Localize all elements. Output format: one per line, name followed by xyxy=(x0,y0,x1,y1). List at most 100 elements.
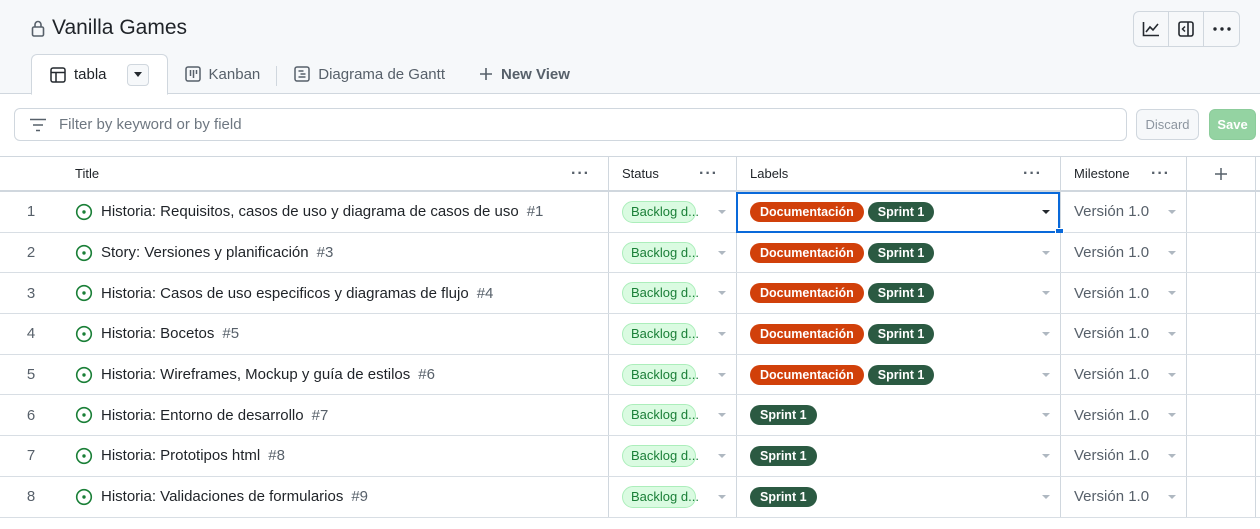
table-row[interactable]: 1 Historia: Requisitos, casos de uso y d… xyxy=(0,192,1260,237)
column-header-status[interactable]: Status ··· xyxy=(608,157,736,190)
chevron-down-icon[interactable] xyxy=(1042,413,1050,418)
table-row[interactable]: 8 Historia: Validaciones de formularios … xyxy=(0,476,1260,518)
chevron-down-icon[interactable] xyxy=(1042,372,1050,377)
chevron-down-icon[interactable] xyxy=(718,209,726,214)
column-menu-icon[interactable]: ··· xyxy=(571,165,590,183)
table-row[interactable]: 5 Historia: Wireframes, Mockup y guía de… xyxy=(0,354,1260,396)
save-button[interactable]: Save xyxy=(1209,109,1256,140)
tab-tabla[interactable]: tabla xyxy=(31,54,168,95)
issue-title-link[interactable]: Historia: Bocetos xyxy=(101,325,214,342)
milestone-cell[interactable]: Versión 1.0 xyxy=(1060,314,1186,354)
label-badge: Sprint 1 xyxy=(750,486,817,507)
title-cell[interactable]: Historia: Requisitos, casos de uso y dia… xyxy=(62,192,608,232)
chevron-down-icon[interactable] xyxy=(1168,250,1176,255)
status-cell[interactable]: Backlog d... xyxy=(608,395,736,436)
issue-number: #8 xyxy=(268,447,285,465)
table-row[interactable]: 4 Historia: Bocetos #5 Backlog d... Docu… xyxy=(0,314,1260,355)
chevron-down-icon[interactable] xyxy=(1042,494,1050,499)
sidebar-toggle-button[interactable] xyxy=(1169,12,1204,46)
title-cell[interactable]: Story: Versiones y planificación #3 xyxy=(62,233,608,273)
tab-gantt[interactable]: Diagrama de Gantt xyxy=(277,54,462,94)
title-cell[interactable]: Historia: Casos de uso especificos y dia… xyxy=(62,273,608,313)
chevron-down-icon[interactable] xyxy=(1168,413,1176,418)
column-header-title[interactable]: Title ··· xyxy=(62,157,608,190)
chevron-down-icon[interactable] xyxy=(1042,453,1050,458)
labels-cell[interactable]: Sprint 1 xyxy=(736,476,1060,517)
chevron-down-icon[interactable] xyxy=(718,250,726,255)
labels-cell[interactable]: Documentación Sprint 1 xyxy=(736,354,1060,395)
column-header-milestone[interactable]: Milestone ··· xyxy=(1060,157,1186,190)
issue-title-link[interactable]: Historia: Entorno de desarrollo xyxy=(101,407,304,424)
column-menu-icon[interactable]: ··· xyxy=(1151,165,1170,183)
labels-cell[interactable]: Sprint 1 xyxy=(736,395,1060,436)
labels-cell[interactable]: Documentación Sprint 1 xyxy=(736,273,1060,314)
chevron-down-icon[interactable] xyxy=(1168,291,1176,296)
status-cell[interactable]: Backlog d... xyxy=(608,354,736,395)
issue-title-link[interactable]: Story: Versiones y planificación xyxy=(101,244,309,261)
table-row[interactable]: 3 Historia: Casos de uso especificos y d… xyxy=(0,273,1260,315)
chevron-down-icon[interactable] xyxy=(718,291,726,296)
chevron-down-icon[interactable] xyxy=(718,372,726,377)
title-cell[interactable]: Historia: Prototipos html #8 xyxy=(62,436,608,476)
labels-cell[interactable]: Documentación Sprint 1 xyxy=(736,314,1060,354)
milestone-cell[interactable]: Versión 1.0 xyxy=(1060,395,1186,436)
status-cell[interactable]: Backlog d... xyxy=(608,314,736,354)
table-row[interactable]: 2 Story: Versiones y planificación #3 Ba… xyxy=(0,232,1260,274)
chevron-down-icon[interactable] xyxy=(1042,209,1050,214)
milestone-cell[interactable]: Versión 1.0 xyxy=(1060,273,1186,314)
status-cell[interactable]: Backlog d... xyxy=(608,192,736,232)
label-badge: Sprint 1 xyxy=(867,364,935,385)
issue-title-link[interactable]: Historia: Casos de uso especificos y dia… xyxy=(101,285,469,302)
view-options-dropdown[interactable] xyxy=(126,63,149,86)
title-cell[interactable]: Historia: Validaciones de formularios #9 xyxy=(62,477,608,517)
issue-title-link[interactable]: Historia: Requisitos, casos de uso y dia… xyxy=(101,203,519,220)
discard-button[interactable]: Discard xyxy=(1136,109,1199,140)
filter-box[interactable] xyxy=(14,108,1127,141)
tab-kanban[interactable]: Kanban xyxy=(168,54,278,94)
chevron-down-icon[interactable] xyxy=(1168,494,1176,499)
column-title: Labels xyxy=(750,166,789,181)
milestone-cell[interactable]: Versión 1.0 xyxy=(1060,192,1186,232)
issue-title-link[interactable]: Historia: Validaciones de formularios xyxy=(101,488,343,505)
labels-cell[interactable]: Sprint 1 xyxy=(736,436,1060,476)
chevron-down-icon[interactable] xyxy=(718,453,726,458)
title-cell[interactable]: Historia: Entorno de desarrollo #7 xyxy=(62,395,608,435)
chevron-down-icon[interactable] xyxy=(1042,331,1050,336)
chevron-down-icon[interactable] xyxy=(1168,331,1176,336)
table-header: Title ··· Status ··· Labels ··· Mileston… xyxy=(0,156,1260,192)
labels-cell[interactable]: Documentación Sprint 1 xyxy=(736,192,1060,232)
chevron-down-icon[interactable] xyxy=(718,331,726,336)
column-menu-icon[interactable]: ··· xyxy=(699,165,718,183)
labels-cell[interactable]: Documentación Sprint 1 xyxy=(736,232,1060,273)
insights-button[interactable] xyxy=(1134,12,1169,46)
sidebar-icon xyxy=(1178,21,1194,37)
label-badge: Documentación xyxy=(750,242,864,263)
table-row[interactable]: 6 Historia: Entorno de desarrollo #7 Bac… xyxy=(0,395,1260,437)
status-cell[interactable]: Backlog d... xyxy=(608,436,736,476)
milestone-cell[interactable]: Versión 1.0 xyxy=(1060,436,1186,476)
milestone-cell[interactable]: Versión 1.0 xyxy=(1060,232,1186,273)
issue-title-link[interactable]: Historia: Prototipos html xyxy=(101,447,260,464)
chevron-down-icon[interactable] xyxy=(1168,453,1176,458)
filter-input[interactable] xyxy=(57,115,1126,134)
column-menu-icon[interactable]: ··· xyxy=(1023,165,1042,183)
chevron-down-icon[interactable] xyxy=(1042,250,1050,255)
chevron-down-icon[interactable] xyxy=(1168,372,1176,377)
column-header-labels[interactable]: Labels ··· xyxy=(736,157,1060,190)
milestone-cell[interactable]: Versión 1.0 xyxy=(1060,354,1186,395)
title-cell[interactable]: Historia: Bocetos #5 xyxy=(62,314,608,354)
milestone-cell[interactable]: Versión 1.0 xyxy=(1060,476,1186,517)
status-cell[interactable]: Backlog d... xyxy=(608,476,736,517)
chevron-down-icon[interactable] xyxy=(718,494,726,499)
more-options-button[interactable] xyxy=(1204,12,1239,46)
chevron-down-icon[interactable] xyxy=(1168,209,1176,214)
table-row[interactable]: 7 Historia: Prototipos html #8 Backlog d… xyxy=(0,436,1260,477)
add-field-button[interactable] xyxy=(1186,157,1256,190)
title-cell[interactable]: Historia: Wireframes, Mockup y guía de e… xyxy=(62,355,608,395)
issue-title-link[interactable]: Historia: Wireframes, Mockup y guía de e… xyxy=(101,366,410,383)
status-cell[interactable]: Backlog d... xyxy=(608,232,736,273)
chevron-down-icon[interactable] xyxy=(718,413,726,418)
new-view-button[interactable]: New View xyxy=(462,54,587,94)
chevron-down-icon[interactable] xyxy=(1042,291,1050,296)
status-cell[interactable]: Backlog d... xyxy=(608,273,736,314)
